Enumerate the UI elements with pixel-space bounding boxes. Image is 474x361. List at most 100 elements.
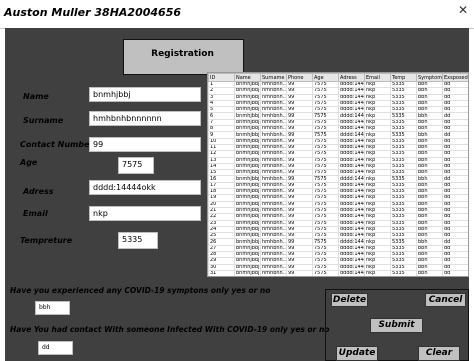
table-cell: bnmhjbbj xyxy=(234,206,261,215)
table-cell: dd xyxy=(442,269,468,276)
column-header[interactable]: Phone xyxy=(286,73,313,82)
table-cell: bnmhjbbj xyxy=(234,131,261,139)
table-cell: hmhbnh... xyxy=(260,125,287,133)
contact-question: Have You had contact With someone Infect… xyxy=(10,325,330,334)
email-field[interactable]: nkp xyxy=(89,206,201,221)
records-table-container[interactable]: ID Name Surname Phone Age Adress Email Temp Symp… xyxy=(207,72,469,277)
table-cell: bnmhjbbj xyxy=(234,188,261,196)
table-cell: bnmhjbbj xyxy=(234,156,261,164)
table-cell: dddd:144... xyxy=(338,225,365,234)
table-cell: hmhbnh... xyxy=(260,194,287,202)
table-cell: bnmhjbbj xyxy=(234,269,261,277)
table-cell: dddd:144... xyxy=(338,169,365,177)
clear-button[interactable]: Clear xyxy=(418,346,460,361)
table-cell: dddd:144... xyxy=(338,269,365,277)
table-cell: dddd:144... xyxy=(338,131,365,139)
table-cell: 7575 xyxy=(312,269,339,276)
table-cell: dddd:144... xyxy=(338,99,365,108)
table-cell: bnmhjbbj xyxy=(234,263,261,271)
column-header[interactable]: Adress xyxy=(338,73,365,82)
address-label: Adress xyxy=(23,187,54,196)
close-icon[interactable]: ✕ xyxy=(456,3,470,17)
surname-field[interactable]: hmhbnhbnnnnnn xyxy=(89,111,201,126)
table-cell: bnmhjbbj xyxy=(234,143,261,152)
table-cell: dddd:144... xyxy=(338,137,365,145)
table-cell: hmhbnh... xyxy=(260,137,287,145)
table-cell: bnmhjbbj xyxy=(234,213,261,221)
address-field[interactable]: dddd:14444okk xyxy=(89,180,201,195)
table-cell: bnmhjbbj xyxy=(234,125,261,133)
table-cell: bnmhjbbj xyxy=(234,257,261,265)
table-cell-id: 31 xyxy=(208,269,235,276)
table-cell: dddd:144... xyxy=(338,257,365,265)
table-cell: hmhbnh... xyxy=(260,93,287,101)
table-cell: bnmhjbbj xyxy=(234,137,261,145)
column-header[interactable]: Temp xyxy=(390,73,417,82)
table-cell: dddd:144... xyxy=(338,206,365,215)
table-cell: bnmhjbbj xyxy=(234,106,261,114)
table-cell: hmhbnh... xyxy=(260,244,287,253)
table-cell: dddd:144... xyxy=(338,125,365,133)
contact-field[interactable]: 99 xyxy=(89,137,201,152)
table-cell: hmhbnh... xyxy=(260,238,287,246)
registration-title: Registration xyxy=(151,49,214,59)
column-header[interactable]: Age xyxy=(312,73,339,82)
symptoms-answer-field[interactable]: bbh xyxy=(35,301,70,315)
age-field[interactable]: 7575 xyxy=(118,157,154,174)
table-cell: hmhbnh... xyxy=(260,257,287,265)
column-header[interactable]: ID xyxy=(208,73,235,82)
table-cell: dddd:144... xyxy=(338,200,365,208)
table-cell: nkp xyxy=(364,269,391,276)
contact-answer-field[interactable]: dd xyxy=(38,341,73,355)
table-cell: dddd:144... xyxy=(338,181,365,190)
delete-button[interactable]: Delete xyxy=(331,293,368,307)
table-cell: hmhbnh... xyxy=(260,80,287,89)
surname-label: Surname xyxy=(23,116,64,125)
table-cell: hmhbnh... xyxy=(260,131,287,139)
table-cell: 5335 xyxy=(390,269,417,276)
table-cell: hmhbnh... xyxy=(260,269,287,277)
table-header-row: ID Name Surname Phone Age Adress Email Temp Symp… xyxy=(208,73,468,82)
table-cell: dddd:144... xyxy=(338,238,365,246)
column-header[interactable]: Name xyxy=(234,73,261,82)
table-cell: bnmhjbbj xyxy=(234,87,261,95)
table-cell: hmhbnh... xyxy=(260,143,287,152)
table-cell: dddd:144... xyxy=(338,143,365,152)
table-cell: hmhbnh... xyxy=(260,250,287,259)
table-cell: hmhbnh... xyxy=(260,219,287,227)
contact-label: Contact Number xyxy=(20,140,94,149)
column-header[interactable]: Surname xyxy=(260,73,287,82)
submit-button[interactable]: Submit xyxy=(370,318,423,333)
table-cell: dddd:144... xyxy=(338,93,365,101)
table-cell: bnmhjbbj xyxy=(234,112,261,120)
table-cell: hmhbnh... xyxy=(260,181,287,190)
table-cell: dddd:144... xyxy=(338,80,365,89)
column-header[interactable]: Email xyxy=(364,73,391,82)
table-cell: bnmhjbbj xyxy=(234,80,261,89)
column-header[interactable]: Exsposed xyxy=(442,73,468,82)
table-cell: dddd:144... xyxy=(338,106,365,114)
table-cell: dddd:144... xyxy=(338,244,365,253)
table-cell: dddd:144... xyxy=(338,219,365,227)
table-cell: dddd:144... xyxy=(338,194,365,202)
table-cell: bnmhjbbj xyxy=(234,194,261,202)
temperature-field[interactable]: 5335 xyxy=(118,232,158,249)
table-cell: bnmhjbbj xyxy=(234,181,261,190)
table-row[interactable]: 31bnmhjbbjhmhbnh...997575dddd:144...nkp5… xyxy=(208,269,468,277)
table-cell: 99 xyxy=(286,269,313,276)
column-header[interactable]: Symptoms xyxy=(416,73,443,82)
table-cell: hmhbnh... xyxy=(260,188,287,196)
table-cell: dddd:144... xyxy=(338,87,365,95)
table-cell: dddd:144... xyxy=(338,250,365,259)
table-cell: hmhbnh... xyxy=(260,99,287,108)
age-label: Age xyxy=(20,158,38,167)
table-cell: hmhbnh... xyxy=(260,232,287,240)
temperature-label: Tempreture xyxy=(20,236,73,245)
cancel-button[interactable]: Cancel xyxy=(425,293,466,307)
table-cell: bnmhjbbj xyxy=(234,225,261,234)
table-cell: bnmhjbbj xyxy=(234,219,261,227)
update-button[interactable]: Update xyxy=(336,346,378,361)
email-label: Email xyxy=(23,209,48,218)
name-field[interactable]: bnmhjbbj xyxy=(89,87,201,102)
table-cell: bnmhjbbj xyxy=(234,169,261,177)
